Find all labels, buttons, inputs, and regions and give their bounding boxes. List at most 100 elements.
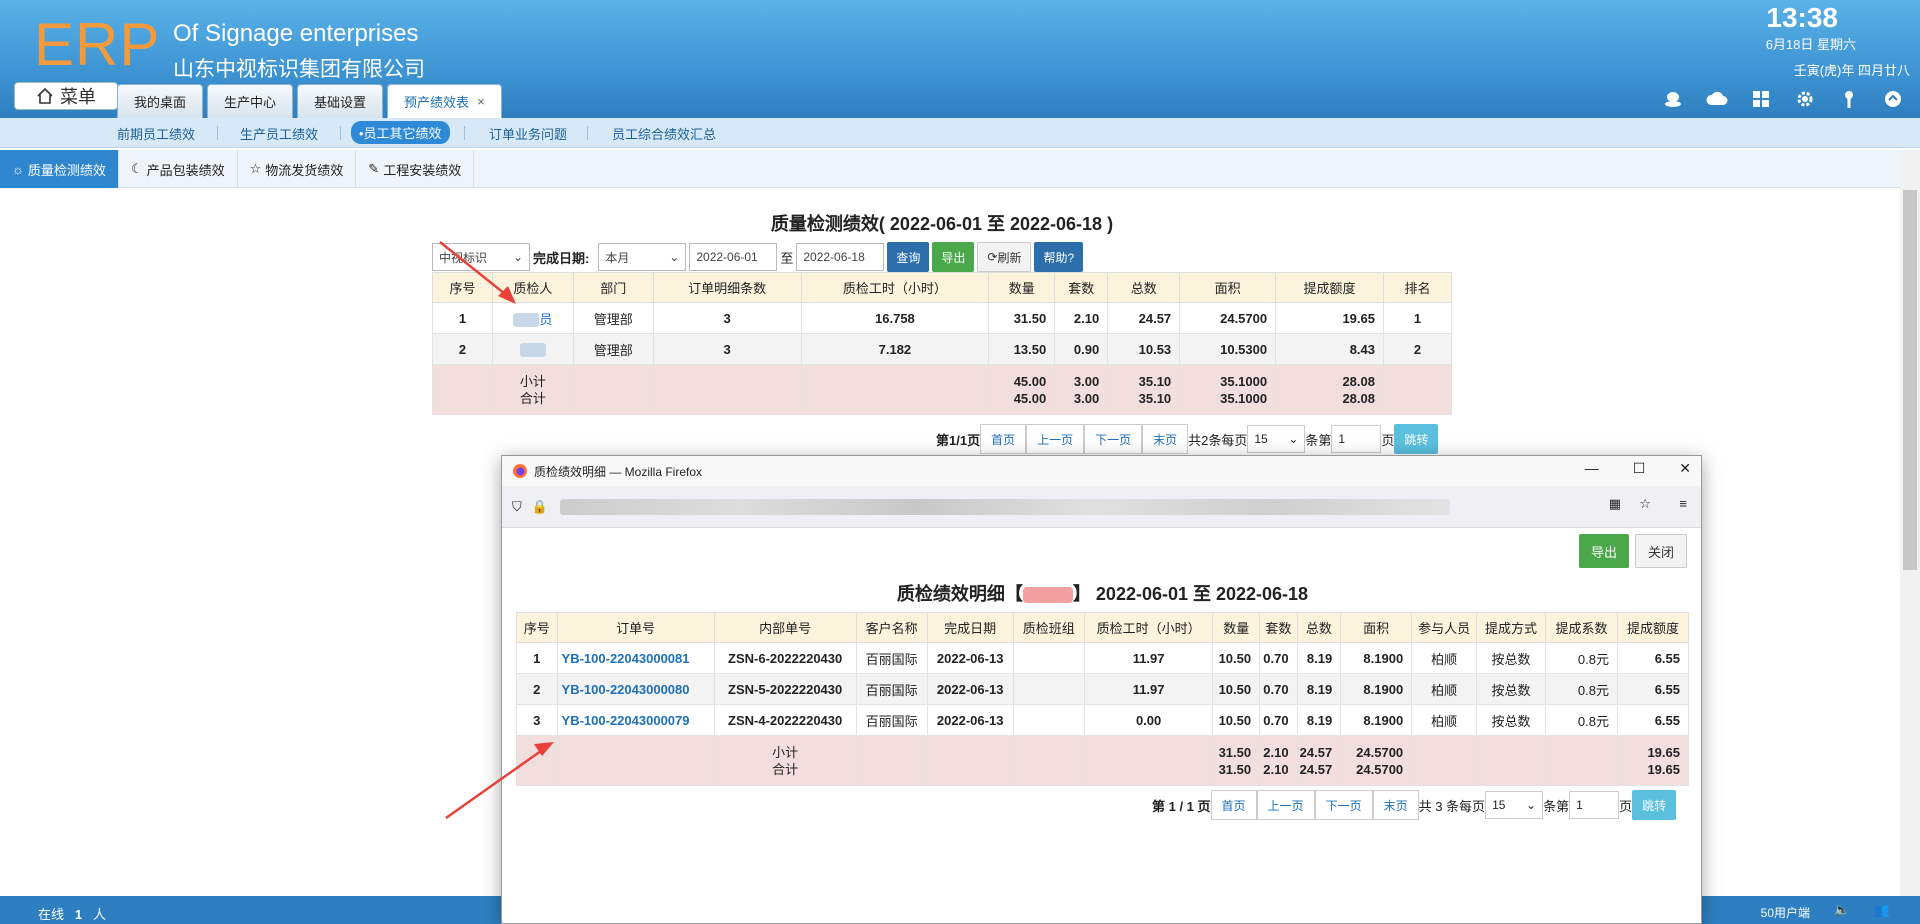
person-link[interactable]: 员 (539, 312, 552, 327)
col-header[interactable]: 序号 (432, 272, 493, 303)
date-from-input[interactable]: 2022-06-01 (689, 243, 778, 271)
goto-page-input[interactable]: 1 (1331, 425, 1382, 453)
col-header[interactable]: 客户名称 (855, 612, 928, 643)
cell-area: 24.5700 (1179, 302, 1277, 334)
table-row[interactable]: 1 员 管理部 3 16.758 31.50 2.10 24.57 24.570… (432, 302, 1452, 334)
goto-page-input[interactable]: 1 (1569, 791, 1620, 819)
table-row[interactable]: 2 YB-100-22043000080 ZSN-5-2022220430 百丽… (516, 673, 1690, 705)
tab-basic-settings[interactable]: 基础设置 (297, 84, 384, 118)
col-header[interactable]: 订单明细条数 (652, 272, 802, 303)
tab-product-packaging[interactable]: ☾ 产品包装绩效 (119, 150, 238, 188)
close-icon[interactable]: ✕ (1679, 460, 1691, 477)
collapse-icon[interactable] (1882, 88, 1904, 110)
col-header[interactable]: 提成系数 (1544, 612, 1618, 643)
per-page-select[interactable]: 15 ⌄ (1485, 791, 1544, 819)
col-header[interactable]: 排名 (1383, 272, 1452, 303)
key-icon[interactable] (1838, 88, 1860, 110)
col-header[interactable]: 数量 (1212, 612, 1261, 643)
grid-icon[interactable] (1750, 88, 1772, 110)
period-select[interactable]: 本月 ⌄ (598, 243, 687, 271)
tab-my-desktop[interactable]: 我的桌面 (117, 84, 204, 118)
col-header[interactable]: 部门 (572, 272, 654, 303)
subnav-other-staff[interactable]: •员工其它绩效 (351, 121, 450, 144)
help-button[interactable]: 帮助? (1034, 242, 1084, 272)
col-header[interactable]: 数量 (988, 272, 1056, 303)
jump-button[interactable]: 跳转 (1394, 424, 1439, 454)
prev-page-button[interactable]: 上一页 (1256, 790, 1315, 820)
first-page-button[interactable]: 首页 (1210, 790, 1257, 820)
col-header[interactable]: 质检班组 (1012, 612, 1085, 643)
table-row[interactable]: 1 YB-100-22043000081 ZSN-6-2022220430 百丽… (516, 642, 1690, 674)
subnav-production-staff[interactable]: 生产员工绩效 (240, 124, 318, 143)
col-header[interactable]: 质检工时（小时） (1083, 612, 1214, 643)
popup-titlebar[interactable]: 质检绩效明细 — Mozilla Firefox — ☐ ✕ (502, 456, 1701, 486)
table-row[interactable]: 2 管理部 3 7.182 13.50 0.90 10.53 10.5300 8… (432, 333, 1452, 365)
close-icon[interactable]: × (477, 94, 485, 109)
minimize-icon[interactable]: — (1585, 460, 1599, 477)
col-header[interactable]: 参与人员 (1411, 612, 1478, 643)
vertical-scrollbar[interactable] (1900, 150, 1920, 896)
col-header[interactable]: 内部单号 (713, 612, 857, 643)
next-page-button[interactable]: 下一页 (1084, 424, 1143, 454)
col-header[interactable]: 质检人 (491, 272, 574, 303)
cell-person[interactable]: 员 (491, 302, 574, 334)
order-link[interactable]: YB-100-22043000079 (556, 704, 715, 736)
gear-icon[interactable] (1794, 88, 1816, 110)
window-controls: — ☐ ✕ (1585, 460, 1691, 477)
prev-page-button[interactable]: 上一页 (1026, 424, 1085, 454)
refresh-button[interactable]: ⟳ 刷新 (977, 242, 1032, 272)
subnav-order-issues[interactable]: 订单业务问题 (489, 124, 567, 143)
users-icon[interactable]: 👥 (1874, 902, 1890, 918)
tab-production-center[interactable]: 生产中心 (207, 84, 294, 118)
order-link[interactable]: YB-100-22043000080 (556, 673, 715, 705)
tab-installation[interactable]: ✎ 工程安装绩效 (356, 150, 475, 188)
tab-performance-table[interactable]: 预产绩效表 × (387, 84, 502, 118)
shield-icon[interactable]: ⛉ (512, 499, 522, 515)
col-header[interactable]: 提成额度 (1275, 272, 1384, 303)
company-select[interactable]: 中视标识 ⌄ (432, 243, 530, 271)
cell-hours: 11.97 (1083, 673, 1214, 705)
url-bar[interactable]: ⛉ 🔒 ▦ ☆ ≡ (502, 486, 1701, 528)
popup-export-button[interactable]: 导出 (1578, 534, 1629, 568)
last-page-button[interactable]: 末页 (1142, 424, 1189, 454)
maximize-icon[interactable]: ☐ (1633, 460, 1646, 477)
order-link[interactable]: YB-100-22043000081 (556, 642, 715, 674)
subnav-prior-staff[interactable]: 前期员工绩效 (117, 124, 195, 143)
table-row[interactable]: 3 YB-100-22043000079 ZSN-4-2022220430 百丽… (516, 704, 1690, 736)
col-header[interactable]: 订单号 (556, 612, 715, 643)
volume-icon[interactable]: 🔈 (1834, 902, 1850, 918)
col-header[interactable]: 总数 (1296, 612, 1342, 643)
col-header[interactable]: 提成方式 (1476, 612, 1546, 643)
query-button[interactable]: 查询 (887, 242, 930, 272)
bookmark-star-icon[interactable]: ☆ (1639, 496, 1651, 512)
col-header[interactable]: 套数 (1054, 272, 1109, 303)
cell-person[interactable] (491, 333, 574, 365)
col-header[interactable]: 套数 (1259, 612, 1298, 643)
menu-button[interactable]: 菜单 (14, 82, 118, 110)
col-header[interactable]: 面积 (1340, 612, 1413, 643)
date-to-input[interactable]: 2022-06-18 (796, 243, 885, 271)
col-header[interactable]: 质检工时（小时） (800, 272, 990, 303)
col-header[interactable]: 提成额度 (1616, 612, 1690, 643)
next-page-button[interactable]: 下一页 (1314, 790, 1373, 820)
hamburger-menu-icon[interactable]: ≡ (1679, 496, 1687, 511)
col-header[interactable]: 面积 (1179, 272, 1277, 303)
subnav-summary[interactable]: 员工综合绩效汇总 (612, 124, 716, 143)
jump-button[interactable]: 跳转 (1632, 790, 1677, 820)
per-page-select[interactable]: 15 ⌄ (1247, 425, 1306, 453)
first-page-button[interactable]: 首页 (980, 424, 1027, 454)
export-button[interactable]: 导出 (932, 242, 975, 272)
cloud-icon[interactable] (1706, 88, 1728, 110)
popup-close-button[interactable]: 关闭 (1634, 534, 1687, 568)
total-value: 2.10 (1263, 761, 1289, 777)
user-icon[interactable] (1662, 88, 1684, 110)
lock-icon[interactable]: 🔒 (532, 499, 548, 515)
col-header[interactable]: 完成日期 (926, 612, 1014, 643)
tab-logistics[interactable]: ☆ 物流发货绩效 (238, 150, 357, 188)
tab-quality-inspection[interactable]: ☼ 质量检测绩效 (0, 150, 119, 188)
scroll-thumb[interactable] (1903, 190, 1917, 570)
last-page-button[interactable]: 末页 (1372, 790, 1419, 820)
qr-code-icon[interactable]: ▦ (1609, 496, 1621, 512)
col-header[interactable]: 总数 (1107, 272, 1181, 303)
col-header[interactable]: 序号 (516, 612, 558, 643)
